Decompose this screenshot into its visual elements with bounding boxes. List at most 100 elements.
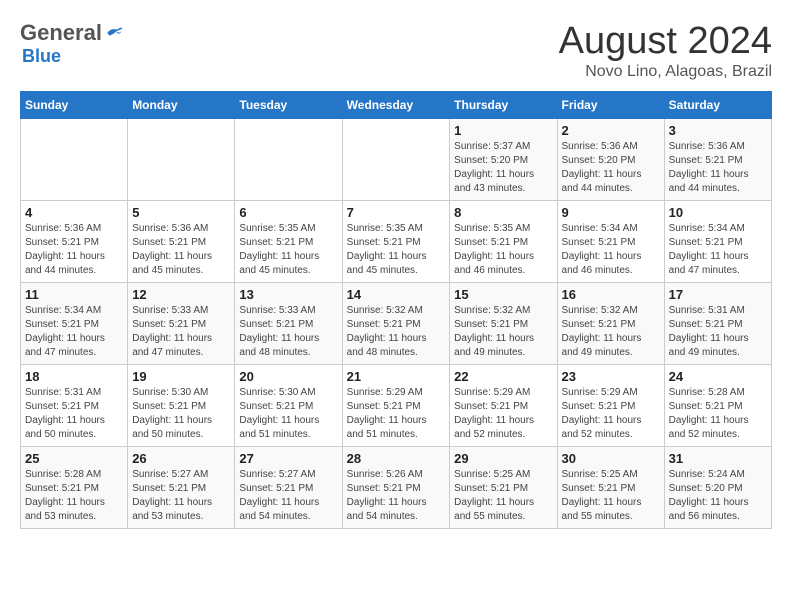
calendar-cell: 29 Sunrise: 5:25 AM Sunset: 5:21 PM Dayli… <box>450 447 557 529</box>
day-number: 25 <box>25 451 123 466</box>
day-info: Sunrise: 5:30 AM Sunset: 5:21 PM Dayligh… <box>239 386 337 442</box>
day-info: Sunrise: 5:34 AM Sunset: 5:21 PM Dayligh… <box>562 222 660 278</box>
day-number: 5 <box>132 205 230 220</box>
calendar-table: SundayMondayTuesdayWednesdayThursdayFrid… <box>20 91 772 529</box>
day-info: Sunrise: 5:24 AM Sunset: 5:20 PM Dayligh… <box>669 468 767 524</box>
day-number: 3 <box>669 123 767 138</box>
day-info: Sunrise: 5:32 AM Sunset: 5:21 PM Dayligh… <box>454 304 552 360</box>
day-number: 1 <box>454 123 552 138</box>
title-block: August 2024 Novo Lino, Alagoas, Brazil <box>559 20 772 81</box>
day-number: 30 <box>562 451 660 466</box>
calendar-cell: 28Sunrise: 5:26 AM Sunset: 5:21 PM Dayli… <box>342 447 450 529</box>
day-number: 21 <box>347 369 446 384</box>
day-info: Sunrise: 5:33 AM Sunset: 5:21 PM Dayligh… <box>132 304 230 360</box>
week-row-2: 4 Sunrise: 5:36 AM Sunset: 5:21 PM Daylig… <box>21 201 772 283</box>
day-info: Sunrise: 5:32 AM Sunset: 5:21 PM Dayligh… <box>347 304 446 360</box>
day-info: Sunrise: 5:27 AM Sunset: 5:21 PM Dayligh… <box>239 468 337 524</box>
calendar-cell: 15 Sunrise: 5:32 AM Sunset: 5:21 PM Dayli… <box>450 283 557 365</box>
day-info: Sunrise: 5:36 AM Sunset: 5:20 PM Dayligh… <box>562 140 660 196</box>
day-header-friday: Friday <box>557 92 664 119</box>
logo-general-text: General <box>20 20 102 46</box>
calendar-cell: 4 Sunrise: 5:36 AM Sunset: 5:21 PM Daylig… <box>21 201 128 283</box>
calendar-cell: 27 Sunrise: 5:27 AM Sunset: 5:21 PM Dayli… <box>235 447 342 529</box>
day-info: Sunrise: 5:25 AM Sunset: 5:21 PM Dayligh… <box>454 468 552 524</box>
day-info: Sunrise: 5:29 AM Sunset: 5:21 PM Dayligh… <box>562 386 660 442</box>
calendar-body: 1 Sunrise: 5:37 AM Sunset: 5:20 PM Daylig… <box>21 119 772 529</box>
day-number: 31 <box>669 451 767 466</box>
calendar-cell: 20 Sunrise: 5:30 AM Sunset: 5:21 PM Dayli… <box>235 365 342 447</box>
calendar-cell: 11Sunrise: 5:34 AM Sunset: 5:21 PM Dayli… <box>21 283 128 365</box>
day-info: Sunrise: 5:29 AM Sunset: 5:21 PM Dayligh… <box>347 386 446 442</box>
day-number: 12 <box>132 287 230 302</box>
day-info: Sunrise: 5:34 AM Sunset: 5:21 PM Dayligh… <box>669 222 767 278</box>
day-info: Sunrise: 5:29 AM Sunset: 5:21 PM Dayligh… <box>454 386 552 442</box>
logo-blue-text: Blue <box>22 46 61 67</box>
day-number: 16 <box>562 287 660 302</box>
day-number: 26 <box>132 451 230 466</box>
day-number: 10 <box>669 205 767 220</box>
calendar-cell: 14Sunrise: 5:32 AM Sunset: 5:21 PM Dayli… <box>342 283 450 365</box>
calendar-cell: 8 Sunrise: 5:35 AM Sunset: 5:21 PM Daylig… <box>450 201 557 283</box>
day-number: 8 <box>454 205 552 220</box>
day-header-saturday: Saturday <box>664 92 771 119</box>
calendar-cell <box>128 119 235 201</box>
calendar-cell: 30 Sunrise: 5:25 AM Sunset: 5:21 PM Dayli… <box>557 447 664 529</box>
day-number: 7 <box>347 205 446 220</box>
day-number: 9 <box>562 205 660 220</box>
week-row-5: 25 Sunrise: 5:28 AM Sunset: 5:21 PM Dayli… <box>21 447 772 529</box>
day-info: Sunrise: 5:37 AM Sunset: 5:20 PM Dayligh… <box>454 140 552 196</box>
day-info: Sunrise: 5:27 AM Sunset: 5:21 PM Dayligh… <box>132 468 230 524</box>
day-info: Sunrise: 5:35 AM Sunset: 5:21 PM Dayligh… <box>454 222 552 278</box>
week-row-4: 18 Sunrise: 5:31 AM Sunset: 5:21 PM Dayli… <box>21 365 772 447</box>
day-number: 19 <box>132 369 230 384</box>
day-info: Sunrise: 5:31 AM Sunset: 5:21 PM Dayligh… <box>25 386 123 442</box>
logo-bird-icon <box>104 23 124 43</box>
day-info: Sunrise: 5:36 AM Sunset: 5:21 PM Dayligh… <box>669 140 767 196</box>
day-number: 27 <box>239 451 337 466</box>
day-number: 20 <box>239 369 337 384</box>
calendar-subtitle: Novo Lino, Alagoas, Brazil <box>559 63 772 81</box>
calendar-cell <box>342 119 450 201</box>
calendar-cell: 21 Sunrise: 5:29 AM Sunset: 5:21 PM Dayli… <box>342 365 450 447</box>
calendar-cell: 2Sunrise: 5:36 AM Sunset: 5:20 PM Daylig… <box>557 119 664 201</box>
page-header: General Blue August 2024 Novo Lino, Alag… <box>20 20 772 81</box>
calendar-cell: 10 Sunrise: 5:34 AM Sunset: 5:21 PM Dayli… <box>664 201 771 283</box>
day-header-monday: Monday <box>128 92 235 119</box>
day-info: Sunrise: 5:35 AM Sunset: 5:21 PM Dayligh… <box>239 222 337 278</box>
day-number: 28 <box>347 451 446 466</box>
day-number: 22 <box>454 369 552 384</box>
calendar-cell: 22 Sunrise: 5:29 AM Sunset: 5:21 PM Dayli… <box>450 365 557 447</box>
calendar-cell: 31 Sunrise: 5:24 AM Sunset: 5:20 PM Dayli… <box>664 447 771 529</box>
day-info: Sunrise: 5:25 AM Sunset: 5:21 PM Dayligh… <box>562 468 660 524</box>
calendar-cell <box>235 119 342 201</box>
day-number: 29 <box>454 451 552 466</box>
day-info: Sunrise: 5:36 AM Sunset: 5:21 PM Dayligh… <box>25 222 123 278</box>
day-header-wednesday: Wednesday <box>342 92 450 119</box>
calendar-cell: 24Sunrise: 5:28 AM Sunset: 5:21 PM Dayli… <box>664 365 771 447</box>
calendar-cell: 1 Sunrise: 5:37 AM Sunset: 5:20 PM Daylig… <box>450 119 557 201</box>
day-number: 11 <box>25 287 123 302</box>
day-header-tuesday: Tuesday <box>235 92 342 119</box>
calendar-cell: 12 Sunrise: 5:33 AM Sunset: 5:21 PM Dayli… <box>128 283 235 365</box>
calendar-cell: 16Sunrise: 5:32 AM Sunset: 5:21 PM Dayli… <box>557 283 664 365</box>
calendar-cell: 19 Sunrise: 5:30 AM Sunset: 5:21 PM Dayli… <box>128 365 235 447</box>
day-info: Sunrise: 5:28 AM Sunset: 5:21 PM Dayligh… <box>25 468 123 524</box>
week-row-3: 11Sunrise: 5:34 AM Sunset: 5:21 PM Dayli… <box>21 283 772 365</box>
calendar-cell: 5 Sunrise: 5:36 AM Sunset: 5:21 PM Daylig… <box>128 201 235 283</box>
day-info: Sunrise: 5:30 AM Sunset: 5:21 PM Dayligh… <box>132 386 230 442</box>
day-number: 17 <box>669 287 767 302</box>
day-number: 18 <box>25 369 123 384</box>
day-header-sunday: Sunday <box>21 92 128 119</box>
calendar-cell: 17Sunrise: 5:31 AM Sunset: 5:21 PM Dayli… <box>664 283 771 365</box>
day-number: 4 <box>25 205 123 220</box>
day-number: 24 <box>669 369 767 384</box>
days-header-row: SundayMondayTuesdayWednesdayThursdayFrid… <box>21 92 772 119</box>
calendar-cell: 26 Sunrise: 5:27 AM Sunset: 5:21 PM Dayli… <box>128 447 235 529</box>
day-number: 13 <box>239 287 337 302</box>
calendar-cell: 18 Sunrise: 5:31 AM Sunset: 5:21 PM Dayli… <box>21 365 128 447</box>
day-info: Sunrise: 5:33 AM Sunset: 5:21 PM Dayligh… <box>239 304 337 360</box>
logo: General Blue <box>20 20 124 67</box>
day-number: 15 <box>454 287 552 302</box>
calendar-cell: 23Sunrise: 5:29 AM Sunset: 5:21 PM Dayli… <box>557 365 664 447</box>
day-info: Sunrise: 5:36 AM Sunset: 5:21 PM Dayligh… <box>132 222 230 278</box>
